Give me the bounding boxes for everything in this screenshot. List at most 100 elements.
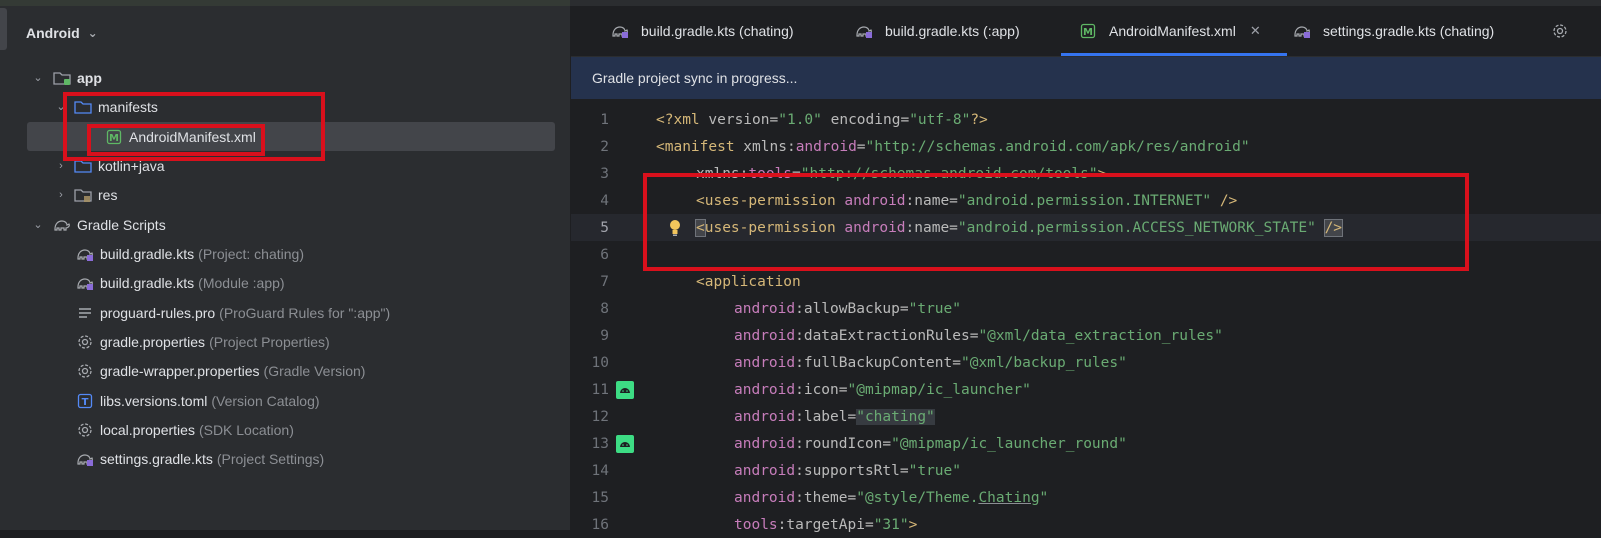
- code-line: 16 tools:targetApi="31">: [571, 511, 1601, 538]
- chevron-down-icon[interactable]: ⌄: [31, 218, 45, 231]
- tab-label: build.gradle.kts (:app): [885, 23, 1020, 39]
- code-text: android:allowBackup="true": [734, 300, 961, 317]
- tab-label: AndroidManifest.xml: [1109, 23, 1236, 39]
- chevron-down-icon[interactable]: ⌄: [31, 71, 45, 84]
- tree-item-proguard[interactable]: proguard-rules.pro (ProGuard Rules for "…: [10, 298, 570, 327]
- tree-item-label: build.gradle.kts: [100, 245, 195, 262]
- line-number: 11: [591, 381, 609, 398]
- tree-item-gradle-wrapper[interactable]: gradle-wrapper.properties (Gradle Versio…: [10, 356, 570, 385]
- code-line: 1 <?xml version="1.0" encoding="utf-8"?>: [571, 106, 1601, 133]
- line-number: 15: [591, 489, 609, 506]
- code-text: android:fullBackupContent="@xml/backup_r…: [734, 354, 1127, 371]
- code-text: android:theme="@style/Theme.Chating": [734, 489, 1049, 506]
- tree-item-gradle-properties[interactable]: gradle.properties (Project Properties): [10, 327, 570, 356]
- close-icon[interactable]: ✕: [1250, 23, 1261, 39]
- line-number: 13: [591, 435, 609, 452]
- editor-settings-button[interactable]: [1551, 6, 1575, 56]
- tree-item-build-gradle-project[interactable]: build.gradle.kts (Project: chating): [10, 239, 570, 268]
- module-folder-icon: [53, 70, 71, 86]
- tree-item-libs-versions[interactable]: T libs.versions.toml (Version Catalog): [10, 386, 570, 415]
- resource-folder-icon: [74, 187, 92, 203]
- lightbulb-icon[interactable]: [665, 219, 685, 237]
- editor-area: build.gradle.kts (chating) build.gradle.…: [571, 6, 1601, 533]
- tree-item-label: manifests: [98, 98, 158, 115]
- tree-item-hint: (SDK Location): [198, 421, 294, 438]
- tree-item-label: build.gradle.kts: [100, 274, 195, 291]
- code-text: android:label="chating": [734, 408, 935, 425]
- android-icon[interactable]: [615, 434, 635, 453]
- svg-text:M: M: [1083, 27, 1093, 38]
- code-line: 15 android:theme="@style/Theme.Chating": [571, 484, 1601, 511]
- tab-build-gradle-chating[interactable]: build.gradle.kts (chating): [611, 6, 794, 56]
- code-line: 10 android:fullBackupContent="@xml/backu…: [571, 349, 1601, 376]
- chevron-right-icon[interactable]: ›: [54, 189, 68, 201]
- code-line: 13 android:roundIcon="@mipmap/ic_launche…: [571, 430, 1601, 457]
- folder-icon: [74, 158, 92, 174]
- code-line: 8 android:allowBackup="true": [571, 295, 1601, 322]
- chevron-down-icon[interactable]: ⌄: [54, 100, 68, 113]
- toml-file-icon: T: [76, 393, 94, 409]
- tree-item-local-properties[interactable]: local.properties (SDK Location): [10, 415, 570, 444]
- chevron-right-icon[interactable]: ›: [54, 160, 68, 172]
- tab-label: build.gradle.kts (chating): [641, 23, 794, 39]
- gear-icon: [76, 422, 94, 438]
- line-number: 12: [591, 408, 609, 425]
- tab-label: settings.gradle.kts (chating): [1323, 23, 1495, 39]
- line-number: 1: [600, 111, 609, 128]
- tree-item-build-gradle-app[interactable]: build.gradle.kts (Module :app): [10, 268, 570, 297]
- code-line: 6: [571, 241, 1601, 268]
- code-text: xmlns:tools="http://schemas.android.com/…: [696, 165, 1107, 182]
- code-text: <?xml version="1.0" encoding="utf-8"?>: [656, 111, 988, 128]
- code-text: android:dataExtractionRules="@xml/data_e…: [734, 327, 1223, 344]
- manifest-file-icon: M: [105, 129, 123, 145]
- line-number: 7: [600, 273, 609, 290]
- tree-item-hint: (Project Properties): [209, 333, 330, 350]
- tree-item-manifests[interactable]: ⌄ manifests: [10, 92, 570, 121]
- code-text: android:icon="@mipmap/ic_launcher": [734, 381, 1031, 398]
- tree-item-hint: (Gradle Version): [263, 362, 366, 379]
- svg-text:T: T: [82, 397, 89, 408]
- code-line: 14 android:supportsRtl="true": [571, 457, 1601, 484]
- tree-item-hint: (Project Settings): [216, 450, 325, 467]
- tree-item-label: proguard-rules.pro: [100, 304, 216, 321]
- tree-item-label: kotlin+java: [98, 157, 165, 174]
- code-text: <application: [696, 273, 801, 290]
- tree-item-label: libs.versions.toml: [100, 392, 208, 409]
- project-tool-button[interactable]: [0, 8, 7, 50]
- tree-item-app[interactable]: ⌄ app: [10, 63, 570, 92]
- manifest-file-icon: M: [1079, 23, 1097, 39]
- code-line: 7 <application: [571, 268, 1601, 295]
- svg-text:M: M: [109, 133, 119, 144]
- line-number: 16: [591, 516, 609, 533]
- tree-item-label: gradle.properties: [100, 333, 206, 350]
- tree-item-settings-gradle[interactable]: settings.gradle.kts (Project Settings): [10, 444, 570, 473]
- tree-item-label: AndroidManifest.xml: [129, 128, 256, 145]
- tree-item-hint: (ProGuard Rules for ":app"): [219, 304, 391, 321]
- code-line: 3 xmlns:tools="http://schemas.android.co…: [571, 160, 1601, 187]
- line-number: 4: [600, 192, 609, 209]
- code-line: 12 android:label="chating": [571, 403, 1601, 430]
- line-number: 5: [600, 219, 609, 236]
- tree-item-res[interactable]: › res: [10, 180, 570, 209]
- android-icon[interactable]: [615, 380, 635, 399]
- line-number: 8: [600, 300, 609, 317]
- line-number: 10: [591, 354, 609, 371]
- tree-item-kotlin-java[interactable]: › kotlin+java: [10, 151, 570, 180]
- tab-androidmanifest[interactable]: M AndroidManifest.xml ✕: [1061, 6, 1287, 56]
- line-number: 2: [600, 138, 609, 155]
- project-panel: Android ⌄ ⌄ app ⌄ manifests M AndroidMan…: [10, 6, 571, 530]
- tree-item-label: app: [77, 69, 102, 86]
- code-text: tools:targetApi="31">: [734, 516, 918, 533]
- tree-item-androidmanifest[interactable]: M AndroidManifest.xml: [27, 122, 555, 151]
- project-view-selector[interactable]: Android ⌄: [26, 23, 98, 43]
- tool-window-strip: [0, 6, 10, 530]
- tree-item-gradle-scripts[interactable]: ⌄ Gradle Scripts: [10, 210, 570, 239]
- tab-settings-gradle[interactable]: settings.gradle.kts (chating): [1293, 6, 1494, 56]
- gradle-kts-icon: [611, 23, 629, 39]
- tree-item-label: gradle-wrapper.properties: [100, 362, 260, 379]
- line-number: 6: [600, 246, 609, 263]
- code-text: <uses-permission android:name="android.p…: [695, 218, 1352, 237]
- code-line: 4 <uses-permission android:name="android…: [571, 187, 1601, 214]
- code-editor[interactable]: 1 <?xml version="1.0" encoding="utf-8"?>…: [571, 100, 1601, 533]
- tab-build-gradle-app[interactable]: build.gradle.kts (:app): [855, 6, 1020, 56]
